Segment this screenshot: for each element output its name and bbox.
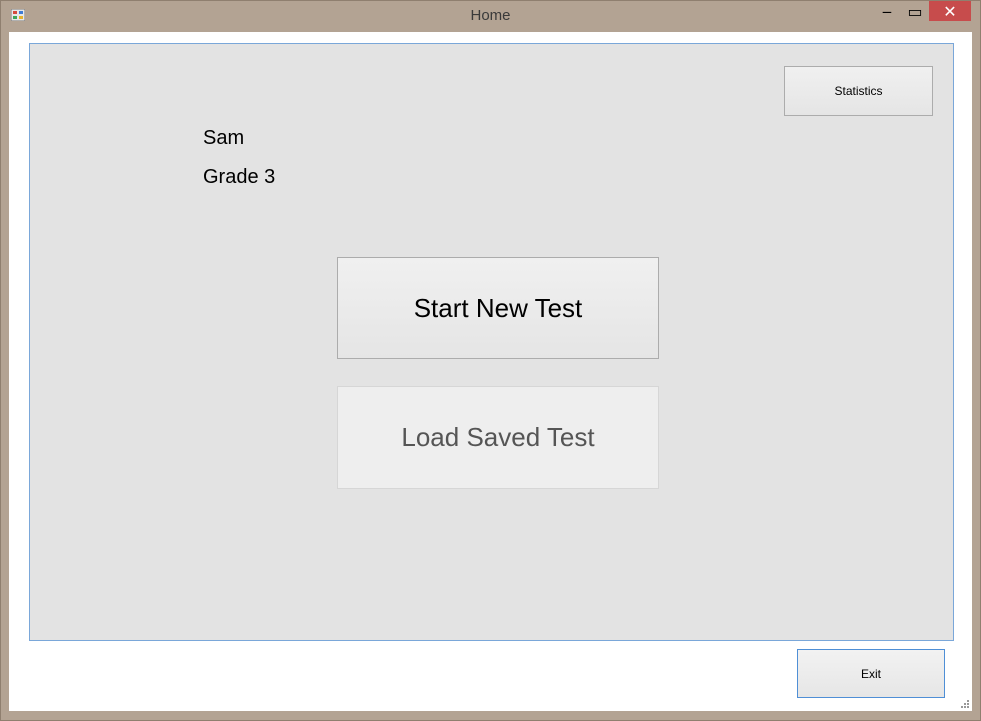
maximize-icon: ▭	[907, 1, 923, 21]
student-grade-label: Grade 3	[203, 166, 276, 188]
minimize-button[interactable]: ‒	[873, 1, 901, 21]
statistics-button[interactable]: Statistics	[784, 66, 933, 116]
main-panel: Statistics Sam Grade 3 Start New Test Lo…	[29, 43, 954, 641]
maximize-button[interactable]: ▭	[901, 1, 929, 21]
client-area: Statistics Sam Grade 3 Start New Test Lo…	[9, 32, 972, 711]
app-window: Home ‒ ▭ ✕ Statistics Sam Grade 3 Start …	[0, 0, 981, 721]
load-saved-test-button[interactable]: Load Saved Test	[337, 386, 659, 489]
window-title: Home	[470, 7, 511, 24]
exit-button[interactable]: Exit	[797, 649, 945, 698]
minimize-icon: ‒	[881, 1, 893, 21]
close-icon: ✕	[943, 1, 957, 21]
resize-grip-icon[interactable]	[960, 699, 970, 709]
title-bar[interactable]: Home ‒ ▭ ✕	[1, 1, 980, 31]
close-button[interactable]: ✕	[929, 1, 971, 21]
student-name-label: Sam	[203, 127, 245, 149]
start-new-test-button[interactable]: Start New Test	[337, 257, 659, 359]
